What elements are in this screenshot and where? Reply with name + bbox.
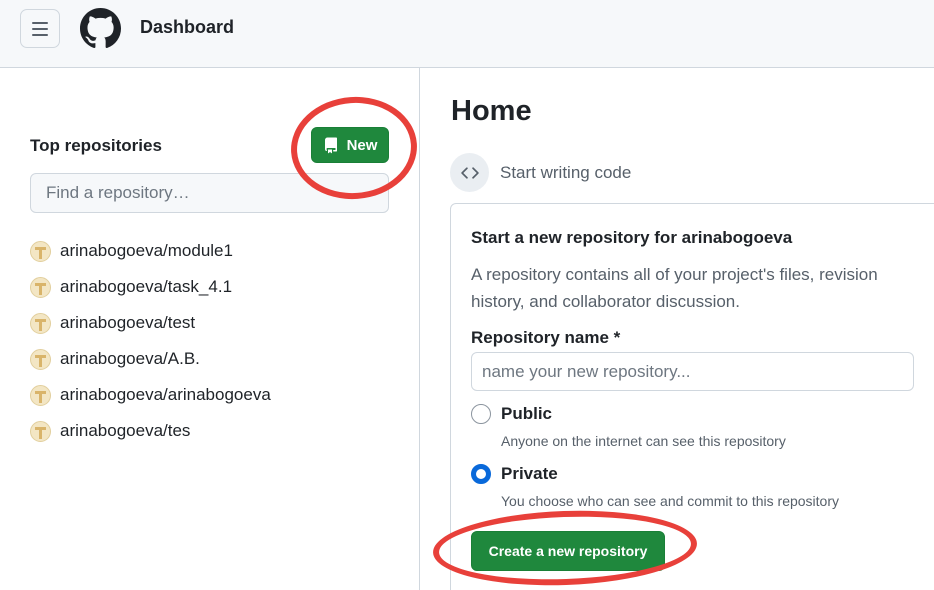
hamburger-menu-button[interactable] — [20, 9, 60, 48]
public-radio-description: Anyone on the internet can see this repo… — [501, 433, 786, 449]
code-icon-badge — [450, 153, 489, 192]
public-radio[interactable] — [471, 404, 491, 424]
card-description: A repository contains all of your projec… — [471, 265, 878, 311]
menu-line — [32, 33, 48, 36]
page-title: Dashboard — [140, 17, 235, 37]
repository-name-label: Repository name * — [471, 328, 621, 347]
repository-list-item[interactable]: arinabogoeva/A.B. — [30, 341, 410, 377]
create-repository-button[interactable]: Create a new repository — [471, 531, 665, 571]
repository-list-item[interactable]: arinabogoeva/tes — [30, 413, 410, 449]
avatar — [30, 240, 51, 262]
avatar — [30, 312, 51, 334]
find-repository-input[interactable] — [30, 173, 389, 213]
repository-link[interactable]: arinabogoeva/test — [60, 313, 195, 333]
private-radio[interactable] — [471, 464, 491, 484]
start-writing-code-label: Start writing code — [500, 163, 632, 182]
private-radio-description: You choose who can see and commit to thi… — [501, 493, 840, 509]
new-repository-button[interactable]: New — [311, 127, 389, 163]
code-icon — [460, 166, 479, 179]
avatar — [30, 420, 51, 442]
repository-link[interactable]: arinabogoeva/arinabogoeva — [60, 385, 271, 405]
new-button-label: New — [346, 136, 378, 154]
repository-link[interactable]: arinabogoeva/A.B. — [60, 349, 200, 369]
menu-line — [32, 21, 48, 24]
repository-list-item[interactable]: arinabogoeva/task_4.1 — [30, 269, 410, 305]
repo-icon — [324, 137, 337, 153]
public-radio-label[interactable]: Public — [501, 404, 552, 424]
repository-list-item[interactable]: arinabogoeva/test — [30, 305, 410, 341]
sidebar: Top repositories New arinabogoeva/module… — [0, 68, 420, 590]
repository-list: arinabogoeva/module1 arinabogoeva/task_4… — [30, 233, 410, 449]
menu-line — [32, 27, 48, 30]
top-repositories-heading: Top repositories — [30, 136, 162, 155]
github-logo-icon[interactable] — [80, 8, 121, 49]
avatar — [30, 348, 51, 370]
top-header: Dashboard — [0, 0, 934, 68]
home-heading: Home — [451, 95, 532, 127]
repository-link[interactable]: arinabogoeva/tes — [60, 421, 190, 441]
repository-name-input[interactable] — [471, 352, 914, 391]
avatar — [30, 276, 51, 298]
repository-link[interactable]: arinabogoeva/task_4.1 — [60, 277, 232, 297]
avatar — [30, 384, 51, 406]
repository-list-item[interactable]: arinabogoeva/module1 — [30, 233, 410, 269]
repository-list-item[interactable]: arinabogoeva/arinabogoeva — [30, 377, 410, 413]
repository-link[interactable]: arinabogoeva/module1 — [60, 241, 233, 261]
private-radio-label[interactable]: Private — [501, 464, 558, 484]
card-title: Start a new repository for arinabogoeva — [471, 228, 793, 247]
